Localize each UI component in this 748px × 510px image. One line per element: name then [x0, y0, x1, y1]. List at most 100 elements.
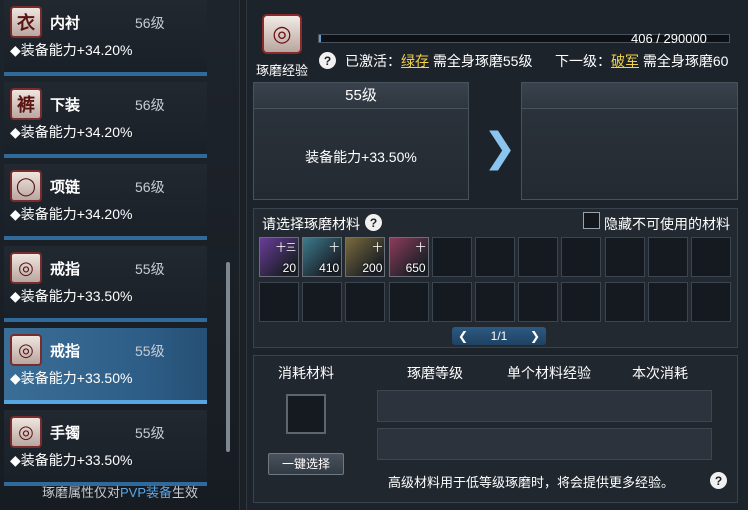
equipment-name: 戒指 — [50, 261, 81, 278]
equipment-name: 内衬 — [50, 15, 81, 32]
help-icon[interactable]: ? — [319, 52, 336, 69]
polish-xp-label: 琢磨经验 — [256, 63, 309, 78]
next-level-name-link[interactable]: 破军 — [611, 53, 639, 69]
equipment-item[interactable]: ◎ 戒指 55级 ◆装备能力+33.50% — [4, 246, 207, 322]
current-level-value: 装备能力+33.50% — [305, 149, 417, 165]
empty-material-slot[interactable] — [302, 282, 343, 322]
empty-material-slot[interactable] — [388, 282, 429, 322]
next-level-title — [522, 83, 737, 109]
material-count: 20 — [282, 261, 296, 275]
current-level-title: 55级 — [254, 83, 468, 109]
materials-title: 请选择琢磨材料 — [262, 216, 360, 232]
empty-material-slot[interactable] — [647, 282, 688, 322]
header-this-cost: 本次消耗 — [632, 365, 688, 381]
consume-row — [377, 390, 712, 422]
empty-material-slot[interactable] — [518, 282, 559, 322]
empty-material-slot[interactable] — [475, 282, 515, 322]
material-slot[interactable]: 十 650 — [388, 237, 429, 277]
ring-icon: ◎ — [10, 252, 42, 284]
equipment-item[interactable]: 衣内衬 56级 ◆装备能力+34.20% — [4, 0, 207, 76]
material-grade: 十 — [372, 243, 383, 254]
shirt-icon: 衣 — [10, 6, 42, 38]
equipment-ability: ◆装备能力+33.50% — [10, 288, 133, 304]
prev-page-icon[interactable]: ❮ — [458, 329, 468, 343]
material-count: 200 — [362, 261, 383, 275]
polish-xp-icon: ◎ — [262, 14, 302, 54]
hide-unusable-checkbox[interactable] — [583, 212, 600, 229]
empty-material-slot[interactable] — [691, 237, 731, 277]
equipment-name: 戒指 — [50, 343, 81, 360]
consume-help-icon[interactable]: ? — [710, 472, 727, 489]
empty-material-slot[interactable] — [345, 282, 386, 322]
pvp-equipment-text: PVP装备 — [119, 485, 172, 500]
empty-material-slot[interactable] — [604, 282, 645, 322]
equipment-level: 56级 — [135, 15, 165, 31]
header-polish-level: 琢磨等级 — [407, 365, 463, 381]
material-grade: 十 — [329, 243, 340, 254]
equipment-item[interactable]: 裤下装 56级 ◆装备能力+34.20% — [4, 82, 207, 158]
material-slot[interactable]: 十 410 — [302, 237, 343, 277]
materials-pager: ❮ 1/1 ❯ — [452, 327, 546, 345]
current-level-box: 55级 装备能力+33.50% — [253, 82, 469, 200]
equipment-ability: ◆装备能力+33.50% — [10, 452, 133, 468]
empty-material-slot[interactable] — [561, 282, 602, 322]
equipment-ability: ◆装备能力+34.20% — [10, 42, 133, 58]
equipment-level: 56级 — [135, 179, 165, 195]
material-count: 650 — [405, 261, 426, 275]
auto-select-button[interactable]: 一键选择 — [268, 453, 344, 475]
next-level-status: 下一级：破军 需全身琢磨60 — [555, 51, 728, 71]
footer-note-suffix: 生效 — [172, 485, 199, 500]
footer-note: 琢磨属性仅对PVP装备生效 — [0, 482, 240, 501]
equipment-level: 55级 — [135, 343, 165, 359]
header-consume-material: 消耗材料 — [278, 365, 334, 381]
equipment-name: 手镯 — [50, 425, 81, 442]
equipment-item[interactable]: ◎ 戒指 55级 ◆装备能力+33.50% — [4, 328, 207, 404]
equipment-level: 56级 — [135, 97, 165, 113]
empty-material-slot[interactable] — [647, 237, 688, 277]
xp-progress-text: 406 / 290000 — [631, 31, 707, 46]
hide-unusable-label: 隐藏不可使用的材料 — [604, 216, 730, 232]
activated-name-link[interactable]: 绿存 — [401, 53, 429, 69]
pants-icon: 裤 — [10, 88, 42, 120]
empty-material-slot[interactable] — [431, 237, 472, 277]
empty-material-slot[interactable] — [431, 282, 472, 322]
empty-material-slot[interactable] — [259, 282, 299, 322]
bracelet-icon: ◎ — [10, 416, 42, 448]
list-scrollbar[interactable] — [226, 262, 230, 452]
page-indicator: 1/1 — [490, 329, 508, 343]
equipment-level: 55级 — [135, 425, 165, 441]
next-level-requirement: 需全身琢磨60 — [642, 53, 729, 69]
material-slot[interactable]: 十 200 — [345, 237, 386, 277]
empty-material-slot[interactable] — [475, 237, 515, 277]
consume-material-slot[interactable] — [286, 394, 326, 434]
equipment-item[interactable]: ◯ 项链 56级 ◆装备能力+34.20% — [4, 164, 207, 240]
equipment-item[interactable]: ◎ 手镯 55级 ◆装备能力+33.50% — [4, 410, 207, 486]
equipment-list-panel: 衣内衬 56级 ◆装备能力+34.20% 裤下装 56级 ◆装备能力+34.20% ◯ 项链 5… — [0, 0, 240, 510]
equipment-name: 下装 — [50, 97, 81, 114]
material-count: 410 — [319, 261, 340, 275]
ring-icon: ◎ — [10, 334, 42, 366]
next-level-box — [521, 82, 738, 200]
material-slot[interactable]: 十三 20 — [259, 237, 299, 277]
next-level-prefix: 下一级： — [555, 53, 611, 69]
empty-material-slot[interactable] — [691, 282, 731, 322]
material-grade: 十三 — [276, 243, 296, 254]
equipment-ability: ◆装备能力+34.20% — [10, 124, 133, 140]
material-grade: 十 — [415, 243, 426, 254]
consume-row — [377, 428, 712, 460]
empty-material-slot[interactable] — [518, 237, 559, 277]
activated-prefix: 已激活： — [345, 53, 401, 69]
next-page-icon[interactable]: ❯ — [530, 329, 540, 343]
necklace-icon: ◯ — [10, 170, 42, 202]
equipment-ability: ◆装备能力+33.50% — [10, 370, 133, 386]
empty-material-slot[interactable] — [604, 237, 645, 277]
activated-status: 已激活：绿存 需全身琢磨55级 — [345, 51, 532, 71]
header-material-xp: 单个材料经验 — [507, 365, 591, 381]
xp-progress-fill — [319, 35, 321, 42]
empty-material-slot[interactable] — [561, 237, 602, 277]
activated-requirement: 需全身琢磨55级 — [432, 53, 533, 69]
footer-note-text: 琢磨属性仅对 — [41, 485, 120, 500]
equipment-level: 55级 — [135, 261, 165, 277]
materials-help-icon[interactable]: ? — [365, 214, 382, 231]
equipment-name: 项链 — [50, 179, 81, 196]
